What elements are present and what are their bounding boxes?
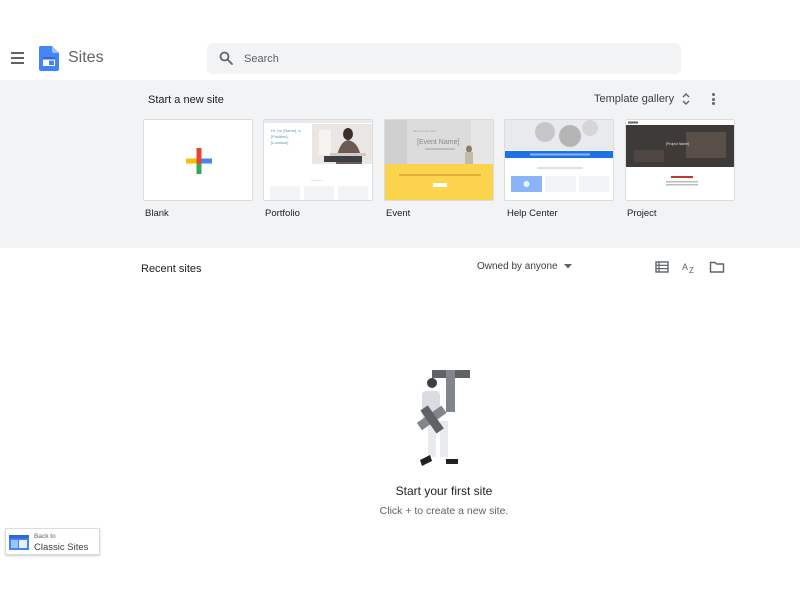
folder-icon[interactable] [709, 259, 725, 275]
svg-text:Hi, I'm [Name], a: Hi, I'm [Name], a [271, 128, 301, 133]
svg-text:[Location]: [Location] [271, 140, 288, 145]
list-view-icon[interactable] [654, 259, 670, 275]
more-vert-icon[interactable] [708, 92, 718, 106]
template-label-portfolio: Portfolio [265, 208, 300, 219]
recent-sites-heading: Recent sites [141, 263, 202, 275]
dropdown-arrow-icon [563, 264, 572, 269]
template-label-event: Event [386, 208, 411, 219]
event-preview: Join us for the event [Event Name] [385, 120, 493, 200]
owner-filter-dropdown[interactable]: Owned by anyone [477, 261, 572, 272]
back-to-label: Back to [34, 533, 56, 540]
svg-text:Z: Z [689, 266, 694, 275]
portfolio-preview: Hi, I'm [Name], a [Position], [Location]… [264, 120, 372, 200]
search-icon[interactable] [219, 51, 233, 65]
owner-filter-label: Owned by anyone [477, 261, 558, 272]
empty-state-illustration [416, 370, 470, 466]
top-bar: Sites [0, 0, 800, 80]
empty-state-subtitle: Click + to create a new site. [379, 505, 509, 517]
plus-icon [186, 148, 212, 174]
svg-text:[Position],: [Position], [271, 134, 289, 139]
template-project[interactable]: [Project Name] [625, 119, 735, 201]
svg-text:A: A [682, 262, 688, 272]
search-bar[interactable] [207, 43, 681, 74]
template-label-project: Project [627, 208, 657, 219]
project-preview: [Project Name] [626, 120, 734, 200]
svg-text:————: ———— [311, 178, 323, 182]
search-input[interactable] [244, 49, 664, 69]
template-event[interactable]: Join us for the event [Event Name] [384, 119, 494, 201]
svg-text:Join us for the event: Join us for the event [413, 130, 436, 133]
template-portfolio[interactable]: Hi, I'm [Name], a [Position], [Location]… [263, 119, 373, 201]
help-center-preview [505, 120, 613, 200]
unfold-icon [682, 93, 690, 105]
app-title[interactable]: Sites [68, 49, 104, 67]
start-new-site-heading: Start a new site [148, 94, 224, 106]
template-label-blank: Blank [145, 208, 169, 219]
hamburger-menu-icon[interactable] [6, 47, 28, 69]
classic-sites-icon [9, 535, 29, 550]
svg-text:[Event Name]: [Event Name] [417, 139, 459, 146]
sites-logo-icon[interactable] [39, 46, 59, 71]
template-gallery-label: Template gallery [594, 93, 675, 105]
template-label-help-center: Help Center [507, 208, 558, 219]
classic-sites-label: Classic Sites [34, 542, 89, 553]
svg-text:[Project Name]: [Project Name] [666, 142, 689, 146]
sort-az-icon[interactable]: A Z [681, 259, 697, 275]
back-to-classic-sites-button[interactable]: Back to Classic Sites [5, 528, 100, 555]
template-blank[interactable] [143, 119, 253, 201]
template-gallery-toggle[interactable]: Template gallery [594, 93, 690, 105]
template-help-center[interactable] [504, 119, 614, 201]
start-new-site-panel: Start a new site Template gallery Blank … [0, 80, 800, 248]
empty-state-title: Start your first site [395, 484, 493, 498]
